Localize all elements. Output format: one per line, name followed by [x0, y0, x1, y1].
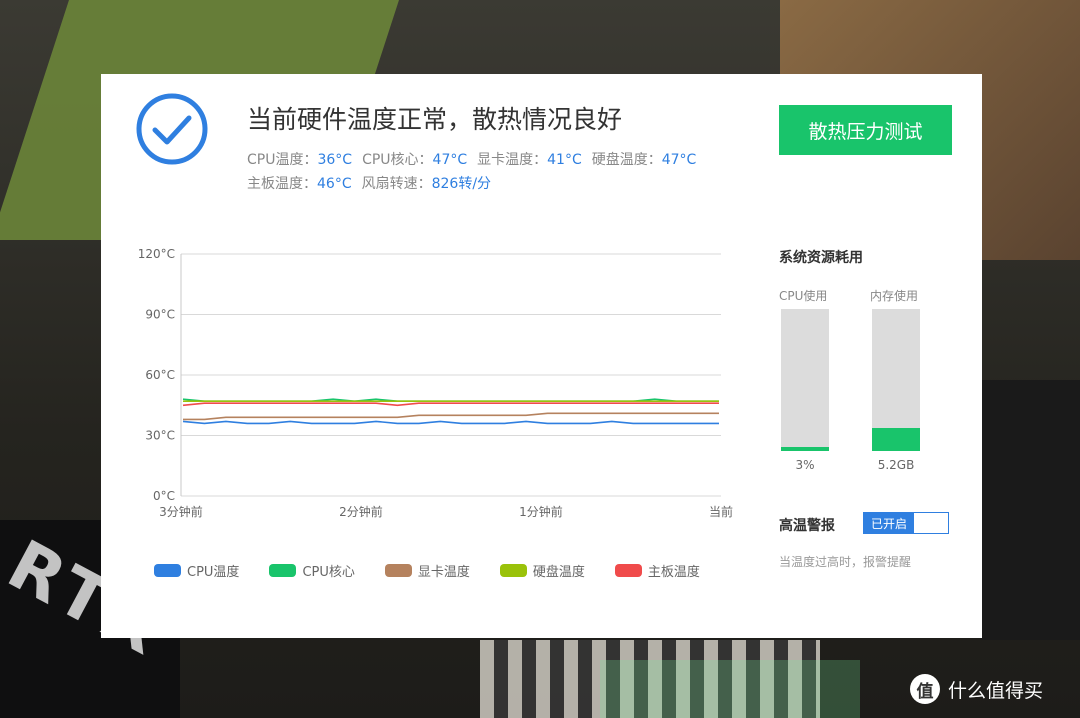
stress-test-button[interactable]: 散热压力测试	[779, 105, 952, 155]
high-temp-alarm-toggle[interactable]: 已开启	[863, 512, 949, 534]
legend-swatch	[499, 564, 527, 577]
temperature-monitor-panel: 当前硬件温度正常，散热情况良好 CPU温度：36°C CPU核心：47°C 显卡温度…	[101, 74, 982, 638]
status-headline: 当前硬件温度正常，散热情况良好	[247, 105, 623, 134]
series-line-2	[183, 412, 719, 421]
legend-label: 显卡温度	[417, 565, 470, 580]
legend-label: 主板温度	[647, 565, 700, 580]
temp-readout-value: 47°C	[661, 152, 697, 168]
temp-readout-value: 47°C	[432, 152, 468, 168]
legend-item: 显卡温度	[384, 561, 470, 580]
legend-label: 硬盘温度	[532, 565, 585, 580]
watermark-text: 什么值得买	[948, 679, 1044, 702]
check-circle-icon	[136, 93, 208, 165]
temp-readout: 风扇转速：826转/分	[362, 176, 491, 192]
watermark: 值 什么值得买	[910, 674, 1043, 704]
temp-readout-label: 主板温度：	[247, 176, 317, 192]
temp-readout-label: CPU核心：	[362, 152, 433, 168]
temperature-readouts: CPU温度：36°C CPU核心：47°C 显卡温度：41°C 硬盘温度：47°C 主板…	[247, 148, 767, 196]
alarm-description: 当温度过高时，报警提醒	[779, 555, 912, 569]
y-tick-label: 60°C	[145, 368, 175, 382]
cpu-usage-label: CPU使用	[779, 289, 828, 303]
temp-readout-value: 36°C	[317, 152, 353, 168]
legend-swatch	[614, 564, 642, 577]
temp-readout: CPU温度：36°C	[247, 152, 352, 168]
series-line-0	[182, 420, 719, 425]
legend-item: CPU核心	[269, 561, 355, 580]
legend-item: CPU温度	[154, 561, 239, 580]
legend-item: 硬盘温度	[499, 561, 585, 580]
temp-readout-label: 风扇转速：	[361, 176, 432, 192]
cpu-usage-value: 3%	[795, 458, 815, 472]
memory-usage-label: 内存使用	[870, 289, 919, 303]
cpu-usage-fill	[781, 446, 829, 451]
high-temp-alarm-title: 高温警报	[779, 518, 835, 534]
temp-readout: 硬盘温度：47°C	[592, 152, 697, 168]
legend-swatch	[269, 564, 297, 577]
temp-readout-value: 826转/分	[431, 176, 492, 192]
temp-readout-label: 硬盘温度：	[591, 152, 662, 168]
resource-usage-title: 系统资源耗用	[779, 250, 863, 266]
temp-readout-value: 41°C	[547, 152, 582, 168]
temp-readout: 显卡温度：41°C	[477, 152, 582, 168]
memory-usage-gauge	[872, 309, 920, 451]
cpu-usage-gauge	[781, 309, 829, 451]
y-tick-label: 30°C	[145, 429, 175, 443]
x-tick-label: 1分钟前	[519, 504, 563, 519]
temp-readout-label: CPU温度：	[247, 152, 318, 168]
x-tick-label: 当前	[709, 504, 733, 519]
temp-readout-label: 显卡温度：	[477, 152, 548, 168]
legend-swatch	[154, 564, 181, 577]
chart-legend: CPU温度 CPU核心 显卡温度 硬盘温度 主板温度	[154, 561, 730, 580]
legend-item: 主板温度	[614, 561, 700, 580]
x-tick-label: 2分钟前	[339, 504, 383, 519]
temp-readout-value: 46°C	[317, 176, 352, 192]
memory-usage-fill	[872, 428, 920, 451]
temp-readout: CPU核心：47°C	[362, 152, 467, 168]
legend-label: CPU温度	[187, 565, 240, 580]
y-tick-label: 120°C	[138, 247, 175, 261]
smzdm-logo-icon: 值	[910, 674, 940, 704]
toggle-on-label: 已开启	[864, 513, 914, 533]
legend-swatch	[384, 564, 412, 577]
series-line-4	[182, 402, 719, 407]
memory-usage-value: 5.2GB	[877, 458, 915, 472]
legend-label: CPU核心	[302, 565, 355, 580]
y-tick-label: 0°C	[153, 489, 175, 503]
x-tick-label: 3分钟前	[159, 504, 203, 519]
temp-readout: 主板温度：46°C	[247, 176, 352, 192]
temperature-chart: 0°C 30°C 60°C 90°C 120°C 3分钟前 2分钟前 1分钟前 当前	[138, 247, 733, 519]
y-tick-label: 90°C	[145, 308, 175, 322]
